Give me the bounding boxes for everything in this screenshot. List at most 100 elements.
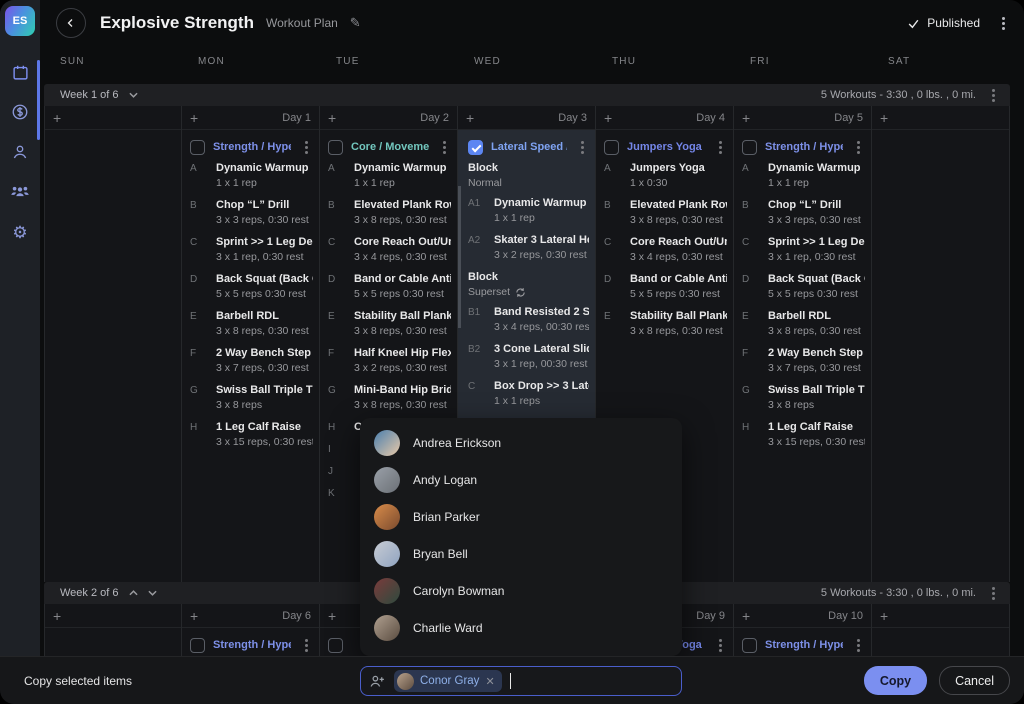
exercise-row[interactable]: F 2 Way Bench Step Up 3 x 7 reps, 0:30 r… [190,347,313,374]
exercise-row[interactable]: D Back Squat (Back Off Set) 5 x 5 reps 0… [742,273,865,300]
athlete-option[interactable]: Andrea Erickson [360,424,682,461]
workout-checkbox[interactable] [190,638,205,653]
exercise-row[interactable]: H 1 Leg Calf Raise 3 x 15 reps, 0:30 res… [742,421,865,448]
sidebar-item-groups[interactable] [0,172,40,212]
exercise-row[interactable]: A Dynamic Warmup 1 x 1 rep [742,162,865,189]
workout-checkbox[interactable] [604,140,619,155]
workout-title[interactable]: Core / Movement Q... [351,141,429,153]
exercise-row[interactable]: D Band or Cable Anti Rotati... 5 x 5 rep… [604,273,727,300]
workout-checkbox[interactable] [190,140,205,155]
exercise-row[interactable]: E Barbell RDL 3 x 8 reps, 0:30 rest [190,310,313,337]
exercise-row[interactable]: E Barbell RDL 3 x 8 reps, 0:30 rest [742,310,865,337]
workout-menu-button[interactable] [851,138,865,156]
week-menu-button[interactable] [986,86,1000,104]
add-workout-button[interactable]: + [880,609,888,623]
sidebar: ES ⚙ [0,0,40,656]
workout-title[interactable]: Lateral Speed / Plyo [491,141,567,153]
exercise-row[interactable]: C Core Reach Out/Under 3 x 4 reps, 0:30 … [328,236,451,263]
selected-athlete-chip[interactable]: Conor Gray ✕ [394,670,502,692]
workout-title[interactable]: Jumpers Yoga / Core [627,141,705,153]
exercise-row[interactable]: C Core Reach Out/Under 3 x 4 reps, 0:30 … [604,236,727,263]
sidebar-item-calendar[interactable] [0,52,40,92]
header-menu-button[interactable] [996,14,1010,32]
add-workout-button[interactable]: + [742,111,750,125]
athlete-option[interactable]: Carolyn Bowman [360,572,682,609]
add-workout-button[interactable]: + [190,111,198,125]
workout-card[interactable]: Jumpers Yoga / Core A Jumpers Yoga 1 x 0… [596,130,733,337]
workout-menu-button[interactable] [713,636,727,654]
edit-title-icon[interactable]: ✎ [350,15,361,31]
chip-remove-icon[interactable]: ✕ [485,675,494,688]
workout-menu-button[interactable] [851,636,865,654]
workout-menu-button[interactable] [575,138,589,156]
exercise-row[interactable]: F Half Kneel Hip Flexor Rais... 3 x 2 re… [328,347,451,374]
workout-title[interactable]: Strength / Hypertro... [213,141,291,153]
exercise-row[interactable]: E Stability Ball Plank Linear ... 3 x 8 … [328,310,451,337]
exercise-row[interactable]: G Mini-Band Hip Bridge w/ ... 3 x 8 reps… [328,384,451,411]
workout-checkbox[interactable] [328,140,343,155]
workout-menu-button[interactable] [299,138,313,156]
back-button[interactable] [56,8,86,38]
exercise-row[interactable]: B Elevated Plank Row 3 x 8 reps, 0:30 re… [328,199,451,226]
exercise-row[interactable]: C Sprint >> 1 Leg Declarations 3 x 1 rep… [742,236,865,263]
workout-checkbox[interactable] [468,140,483,155]
add-workout-button[interactable]: + [190,609,198,623]
add-workout-button[interactable]: + [742,609,750,623]
add-workout-button[interactable]: + [880,111,888,125]
workout-checkbox[interactable] [328,638,343,653]
add-workout-button[interactable]: + [466,111,474,125]
cancel-button[interactable]: Cancel [939,666,1010,695]
exercise-row[interactable]: A Jumpers Yoga 1 x 0:30 [604,162,727,189]
add-workout-button[interactable]: + [53,609,61,623]
chevron-up-icon[interactable] [129,590,138,596]
workout-checkbox[interactable] [742,638,757,653]
athlete-search-input[interactable]: Conor Gray ✕ [360,666,682,696]
workout-title[interactable]: Strength / Hypertro... [213,639,291,651]
sidebar-item-settings[interactable]: ⚙ [0,212,40,252]
week-menu-button[interactable] [986,584,1000,602]
chevron-down-icon[interactable] [129,92,138,98]
exercise-row[interactable]: D Back Squat (Back Off Set) 5 x 5 reps 0… [190,273,313,300]
exercise-row[interactable]: C Sprint >> 1 Leg Declarations 3 x 1 rep… [190,236,313,263]
copy-button[interactable]: Copy [864,666,927,695]
exercise-row[interactable]: B1 Band Resisted 2 Step Late... 3 x 4 re… [468,306,589,333]
workout-checkbox[interactable] [742,140,757,155]
exercise-row[interactable]: A2 Skater 3 Lateral Hops >> ... 3 x 2 re… [468,234,589,261]
add-workout-button[interactable]: + [53,111,61,125]
workout-menu-button[interactable] [299,636,313,654]
add-workout-button[interactable]: + [604,111,612,125]
add-workout-button[interactable]: + [328,111,336,125]
sidebar-item-billing[interactable] [0,92,40,132]
workout-card[interactable]: Strength / Hypertro... A Dynamic Warmup … [182,130,319,448]
exercise-row[interactable]: G Swiss Ball Triple Threat 3 x 8 reps [190,384,313,411]
athlete-option[interactable]: Brian Parker [360,498,682,535]
exercise-row[interactable]: D Band or Cable Anti-Rotati... 5 x 5 rep… [328,273,451,300]
exercise-row[interactable]: A1 Dynamic Warmup 1 x 1 rep [468,197,589,224]
chevron-down-icon[interactable] [148,590,157,596]
athlete-option[interactable]: Bryan Bell [360,535,682,572]
exercise-row[interactable]: F 2 Way Bench Step Up 3 x 7 reps, 0:30 r… [742,347,865,374]
workout-title[interactable]: Strength / Hypertro... [765,639,843,651]
week-collapse-controls[interactable] [129,92,138,98]
app-logo[interactable]: ES [5,6,35,36]
exercise-row[interactable]: E Stability Ball Plank Linear ... 3 x 8 … [604,310,727,337]
workout-card[interactable]: Strength / Hypertro... A Dynamic Warmup … [734,130,871,448]
published-status[interactable]: Published [907,16,980,30]
exercise-row[interactable]: A Dynamic Warmup 1 x 1 rep [328,162,451,189]
workout-menu-button[interactable] [713,138,727,156]
week-collapse-controls[interactable] [129,590,157,596]
exercise-row[interactable]: A Dynamic Warmup 1 x 1 rep [190,162,313,189]
exercise-row[interactable]: B Elevated Plank Row 3 x 8 reps, 0:30 re… [604,199,727,226]
exercise-row[interactable]: G Swiss Ball Triple Threat 3 x 8 reps [742,384,865,411]
exercise-row[interactable]: B Chop “L” Drill 3 x 3 reps, 0:30 rest [742,199,865,226]
workout-menu-button[interactable] [437,138,451,156]
athlete-option[interactable]: Charlie Ward [360,609,682,646]
add-workout-button[interactable]: + [328,609,336,623]
athlete-option[interactable]: Andy Logan [360,461,682,498]
exercise-row[interactable]: B2 3 Cone Lateral Slide 3 x 1 rep, 00:30… [468,343,589,370]
sidebar-item-athletes[interactable] [0,132,40,172]
exercise-row[interactable]: H 1 Leg Calf Raise 3 x 15 reps, 0:30 res… [190,421,313,448]
exercise-row[interactable]: C Box Drop >> 3 Lateral H... 1 x 1 reps [468,380,589,407]
workout-title[interactable]: Strength / Hypertro... [765,141,843,153]
exercise-row[interactable]: B Chop “L” Drill 3 x 3 reps, 0:30 rest [190,199,313,226]
